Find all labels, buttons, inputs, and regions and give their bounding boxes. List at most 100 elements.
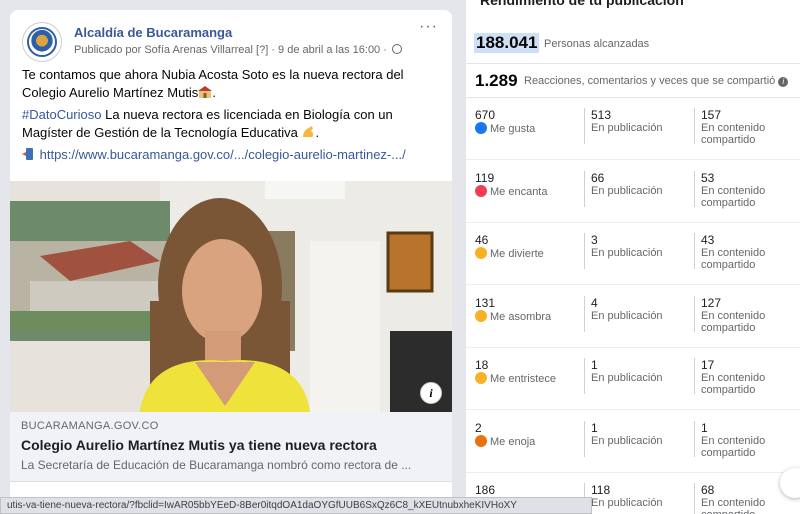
- reactions-row: 1.289 Reacciones, comentarios y veces qu…: [466, 64, 800, 98]
- reactions-label-text: Reacciones, comentarios y veces que se c…: [524, 75, 776, 87]
- in-post-label: En publicación: [591, 122, 663, 134]
- reaction-icon: [475, 247, 487, 259]
- in-shared-label-1: En contenido: [701, 184, 766, 197]
- card-description: La Secretaría de Educación de Bucaramang…: [21, 458, 412, 472]
- reaction-total: 131: [475, 295, 496, 310]
- in-post-value: 1: [591, 358, 598, 372]
- in-post-label: En publicación: [591, 434, 663, 447]
- in-shared-value: 17: [701, 358, 715, 372]
- reaction-row: 119 Me encanta 66 En publicación 53 En conten…: [466, 161, 800, 223]
- reaction-label: Me enoja: [475, 434, 536, 449]
- help-link[interactable]: [?]: [256, 44, 268, 56]
- in-post-cell: 3 En publicación: [584, 233, 663, 269]
- in-shared-cell: 53 En contenido compartido: [694, 170, 766, 209]
- reaction-label-text: Me enoja: [490, 435, 536, 448]
- reaction-label: Me encanta: [475, 184, 548, 199]
- in-shared-label-1: En contenido: [701, 309, 766, 322]
- in-post-label: En publicación: [591, 184, 663, 197]
- in-shared-cell: 157 En contenido compartido: [694, 108, 766, 146]
- reaction-label-text: Me asombra: [490, 310, 552, 323]
- in-shared-label-1: En contenido: [701, 497, 766, 509]
- reaction-total: 46: [475, 233, 489, 247]
- reaction-label: Me divierte: [475, 247, 544, 261]
- reaction-total-cell: 2 Me enoja: [475, 421, 535, 449]
- in-shared-cell: 127 En contenido compartido: [694, 295, 766, 334]
- hashtag-link[interactable]: #DatoCurioso: [22, 107, 102, 122]
- reaction-row: 670 Me gusta 513 En publicación 157 En conten…: [466, 98, 800, 160]
- reaction-total-cell: 186: [475, 483, 495, 497]
- post-date[interactable]: · 9 de abril a las 16:00 ·: [271, 44, 387, 56]
- reaction-label-text: Me divierte: [490, 248, 544, 260]
- in-shared-label-2: compartido: [701, 446, 756, 459]
- reaction-total-cell: 119 Me encanta: [475, 171, 547, 199]
- reaction-row: 2 Me enoja 1 En publicación 1 En contenido com…: [466, 411, 800, 473]
- post-performance-panel: Rendimiento de tu publicación 188.041 Pe…: [466, 0, 800, 514]
- in-post-cell: 66 En publicación: [584, 170, 663, 207]
- muscle-emoji-icon: [303, 126, 314, 137]
- panel-title: Rendimiento de tu publicación: [480, 0, 684, 8]
- post-url-link[interactable]: https://www.bucaramanga.gov.co/.../coleg…: [40, 147, 406, 162]
- post-text: Te contamos que ahora Nubia Acosta Soto …: [22, 67, 406, 162]
- in-shared-label-1: En contenido: [701, 434, 766, 447]
- in-shared-label-1: En contenido: [701, 372, 766, 384]
- post-meta: Publicado por Sofía Arenas Villarreal [?…: [74, 44, 402, 56]
- link-preview-card[interactable]: BUCARAMANGA.GOV.CO Colegio Aurelio Martí…: [10, 412, 452, 482]
- in-post-value: 1: [591, 420, 598, 435]
- reaction-label-text: Me encanta: [490, 185, 548, 198]
- link-preview-image[interactable]: i: [10, 181, 452, 412]
- screen: Alcaldía de Bucaramanga Publicado por So…: [0, 0, 800, 514]
- photo-illustration: [10, 181, 452, 412]
- reaction-total-cell: 670 Me gusta: [475, 108, 535, 136]
- in-post-value: 3: [591, 233, 598, 247]
- card-title[interactable]: Colegio Aurelio Martínez Mutis ya tiene …: [21, 437, 377, 453]
- in-shared-value: 68: [701, 483, 715, 497]
- reaction-label: Me gusta: [475, 122, 535, 136]
- in-post-label: En publicación: [591, 247, 663, 259]
- in-shared-cell: 43 En contenido compartido: [694, 233, 766, 271]
- reaction-icon: [475, 309, 487, 322]
- reactions-value: 1.289: [475, 71, 518, 90]
- in-shared-cell: 17 En contenido compartido: [694, 358, 766, 396]
- reaction-total-cell: 46 Me divierte: [475, 233, 544, 261]
- in-post-cell: 513 En publicación: [584, 108, 663, 144]
- reach-label: Personas alcanzadas: [544, 38, 650, 50]
- in-shared-label-2: compartido: [701, 259, 756, 271]
- in-shared-value: 43: [701, 233, 715, 247]
- reaction-total: 670: [475, 108, 496, 122]
- page-name[interactable]: Alcaldía de Bucaramanga: [74, 25, 232, 40]
- reaction-total: 18: [475, 358, 489, 372]
- info-button[interactable]: i: [420, 382, 442, 404]
- info-icon[interactable]: i: [778, 77, 789, 87]
- reaction-icon: [475, 184, 487, 197]
- reaction-row: 131 Me asombra 4 En publicación 127 En conten…: [466, 286, 800, 348]
- post-author[interactable]: Publicado por Sofía Arenas Villarreal: [74, 44, 253, 56]
- in-post-label: En publicación: [591, 497, 663, 509]
- in-post-value: 4: [591, 295, 598, 310]
- phone-link-emoji-icon: [22, 148, 33, 160]
- reaction-row: 46 Me divierte 3 En publicación 43 En conteni…: [466, 223, 800, 285]
- reaction-total-cell: 131 Me asombra: [475, 296, 551, 324]
- in-shared-cell: 1 En contenido compartido: [694, 420, 766, 459]
- page-avatar[interactable]: [22, 22, 62, 62]
- in-shared-label-2: compartido: [701, 509, 765, 514]
- more-options-button[interactable]: ···: [419, 18, 438, 36]
- in-shared-value: 53: [701, 170, 715, 185]
- card-domain: BUCARAMANGA.GOV.CO: [21, 420, 159, 432]
- in-shared-value: 127: [701, 295, 722, 310]
- city-seal-icon: [27, 27, 57, 57]
- reaction-total: 186: [475, 483, 496, 497]
- in-shared-cell: 68En contenidocompartido: [694, 483, 765, 514]
- in-post-cell: 118 En publicación: [584, 483, 663, 514]
- in-shared-label-1: En contenido: [701, 247, 766, 259]
- in-post-cell: 1 En publicación: [584, 358, 663, 394]
- in-shared-value: 157: [701, 108, 722, 122]
- globe-icon: [391, 44, 402, 54]
- in-shared-label-2: compartido: [701, 321, 756, 334]
- reactions-label: Reacciones, comentarios y veces que se c…: [524, 75, 789, 87]
- reaction-total: 119: [475, 170, 495, 185]
- facebook-post: Alcaldía de Bucaramanga Publicado por So…: [10, 10, 452, 514]
- in-post-value: 513: [591, 108, 612, 122]
- reach-row: 188.041 Personas alcanzadas: [466, 28, 800, 64]
- in-post-value: 66: [591, 170, 605, 185]
- in-shared-label-1: En contenido: [701, 122, 766, 134]
